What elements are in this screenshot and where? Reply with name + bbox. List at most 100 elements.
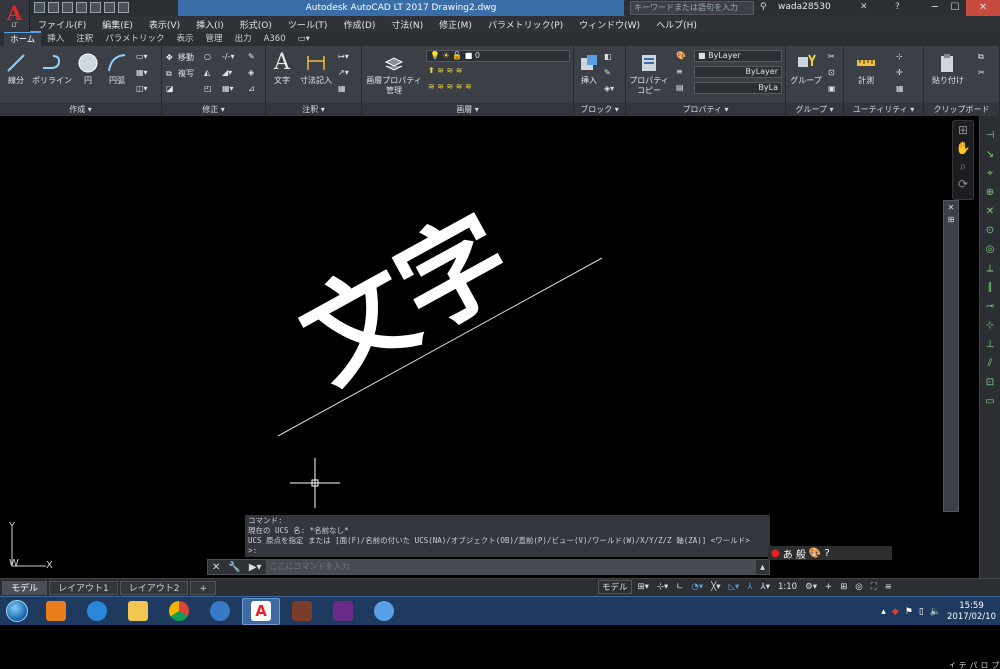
maximize-icon[interactable]: ☐ — [946, 0, 964, 16]
tab-insert[interactable]: 挿入 — [41, 32, 70, 46]
match-properties-button[interactable]: プロパティ コピー — [628, 52, 670, 96]
menu-dimension[interactable]: 寸法(N) — [383, 18, 431, 31]
layer-tools-row1-icon[interactable]: ⬆ ≋ ≋ ≋ — [428, 66, 462, 75]
tab-home[interactable]: ホーム — [4, 31, 42, 47]
flag-icon[interactable]: ⚑ — [905, 607, 913, 617]
layer-tools-row2-icon[interactable]: ≋ ≋ ≋ ≋ ≋ — [428, 82, 472, 91]
group-button[interactable]: グループ — [788, 52, 824, 86]
tab-annotate[interactable]: 注釈 — [70, 32, 99, 46]
circle-button[interactable]: 円 — [76, 52, 100, 86]
erase-icon[interactable]: ✎ — [248, 52, 255, 61]
block-panel-label[interactable]: ブロック ▾ — [574, 103, 625, 116]
autocad-app[interactable]: A — [242, 597, 280, 625]
hatch-icon[interactable]: ▦▾ — [136, 68, 148, 77]
rotate-icon[interactable]: ○ — [204, 52, 211, 61]
tab-parametric[interactable]: パラメトリック — [99, 32, 170, 46]
fillet-icon[interactable]: ◢▾ — [222, 68, 232, 77]
tab-layout1[interactable]: レイアウト1 — [49, 580, 118, 595]
layers-panel-label[interactable]: 画層 ▾ — [362, 103, 573, 116]
table-icon[interactable]: ▦ — [338, 84, 346, 93]
navbar-tools-icon[interactable]: ⊞ ✋ ⌕ ⟳ — [953, 121, 973, 193]
menu-file[interactable]: ファイル(F) — [30, 18, 94, 31]
menu-view[interactable]: 表示(V) — [141, 18, 188, 31]
clipboard-panel-label[interactable]: クリップボード — [924, 103, 999, 116]
ungroup-icon[interactable]: ✂ — [828, 52, 835, 61]
palette-close-icon[interactable]: ✕ — [944, 201, 958, 215]
workspace-icon[interactable]: ⊞ — [838, 581, 849, 593]
explorer-app[interactable] — [119, 598, 157, 625]
network-icon[interactable]: ▯ — [919, 607, 924, 617]
new-icon[interactable] — [34, 2, 45, 13]
tab-layout2[interactable]: レイアウト2 — [119, 580, 189, 595]
annotation-scale-icon[interactable]: ⅄▾ — [759, 581, 772, 593]
chrome-app[interactable] — [160, 598, 198, 625]
paste-button[interactable]: 貼り付け — [928, 52, 968, 86]
modify-panel-label[interactable]: 修正 ▾ — [162, 103, 265, 116]
user-name[interactable]: wada28530 — [778, 2, 831, 12]
hpb-app[interactable] — [283, 598, 321, 625]
tab-output[interactable]: 出力 — [229, 32, 258, 46]
layer-dropdown[interactable]: 💡 ☀ 🔓 ■ 0 — [426, 50, 570, 62]
menu-modify[interactable]: 修正(M) — [431, 18, 480, 31]
insert-block-button[interactable]: 挿入 — [576, 52, 602, 86]
measure-button[interactable]: 計測 — [848, 52, 884, 86]
mleader-icon[interactable]: ↗▾ — [338, 68, 349, 77]
help-icon[interactable]: ? — [895, 2, 900, 12]
trim-icon[interactable]: -/-▾ — [222, 52, 234, 61]
copy-clip-icon[interactable]: ⧉ — [978, 52, 984, 62]
osnap-icon[interactable]: ◺▾ — [727, 581, 742, 593]
move-button[interactable]: ✥ 移動 — [166, 52, 194, 63]
drawn-text[interactable]: 文字 — [282, 193, 532, 407]
stretch-icon[interactable]: ◪ — [166, 84, 174, 93]
ribbon-options-icon[interactable]: ▭▾ — [292, 32, 316, 46]
clock[interactable]: 15:59 2017/02/10 — [947, 601, 996, 623]
menu-draw[interactable]: 作成(D) — [335, 18, 383, 31]
start-button[interactable] — [0, 597, 34, 626]
thunderbird-app[interactable] — [201, 598, 239, 625]
arc-button[interactable]: 円弧 — [104, 52, 130, 86]
command-close-icon[interactable]: ✕ — [208, 562, 224, 573]
ime-toolbar[interactable]: ● あ 般 🎨 ? — [768, 546, 892, 561]
command-settings-icon[interactable]: 🔧 — [224, 562, 244, 573]
menu-window[interactable]: ウィンドウ(W) — [571, 18, 648, 31]
tab-manage[interactable]: 管理 — [200, 32, 229, 46]
groups-panel-label[interactable]: グループ ▾ — [786, 103, 843, 116]
minimize-icon[interactable]: ─ — [926, 0, 944, 16]
properties-panel-label[interactable]: プロパティ ▾ — [626, 103, 785, 116]
snap-icon[interactable]: ⊹▾ — [655, 581, 670, 593]
draw-panel-label[interactable]: 作成 ▾ — [0, 103, 161, 116]
scale-icon[interactable]: ◰ — [204, 84, 212, 93]
search-input[interactable]: キーワードまたは語句を入力 — [630, 1, 754, 15]
add-layout-button[interactable]: + — [190, 580, 217, 595]
tab-a360[interactable]: A360 — [258, 32, 292, 46]
paint-app[interactable] — [365, 598, 403, 625]
tab-view[interactable]: 表示 — [171, 32, 200, 46]
settings-icon[interactable]: ⚙▾ — [803, 581, 819, 593]
block-attr-icon[interactable]: ◈▾ — [604, 84, 614, 93]
properties-palette[interactable]: ✕ ⊞ プロパティ — [943, 200, 1000, 669]
linetype-dropdown[interactable]: ByLayer — [694, 66, 782, 78]
annotation-scale-value[interactable]: 1:10 — [776, 581, 799, 593]
annotation-visibility-icon[interactable]: ⅄ — [745, 581, 754, 593]
menu-insert[interactable]: 挿入(I) — [188, 18, 232, 31]
ortho-icon[interactable]: ∟ — [674, 581, 685, 593]
polyline-button[interactable]: ポリライン — [30, 52, 74, 86]
acrobat-icon[interactable]: ◆ — [892, 607, 899, 617]
menu-parametric[interactable]: パラメトリック(P) — [480, 18, 571, 31]
text-button[interactable]: A 文字 — [268, 52, 296, 86]
menu-tools[interactable]: ツール(T) — [280, 18, 336, 31]
menu-format[interactable]: 形式(O) — [232, 18, 280, 31]
mirror-icon[interactable]: ◭ — [204, 68, 210, 77]
point-icon[interactable]: ⊹ — [896, 52, 903, 61]
color-dropdown[interactable]: ■ ByLayer — [694, 50, 782, 62]
leader-icon[interactable]: ↦▾ — [338, 52, 349, 61]
redo-icon[interactable] — [118, 2, 129, 13]
annotation-panel-label[interactable]: 注釈 ▾ — [266, 103, 361, 116]
close-icon[interactable]: ✕ — [966, 0, 1000, 16]
cut-icon[interactable]: ✂ — [978, 68, 985, 77]
explode-icon[interactable]: ◈ — [248, 68, 254, 77]
offset-icon[interactable]: ⊿ — [248, 84, 255, 93]
print-icon[interactable] — [90, 2, 101, 13]
add-icon[interactable]: + — [823, 581, 834, 593]
undo-icon[interactable] — [104, 2, 115, 13]
